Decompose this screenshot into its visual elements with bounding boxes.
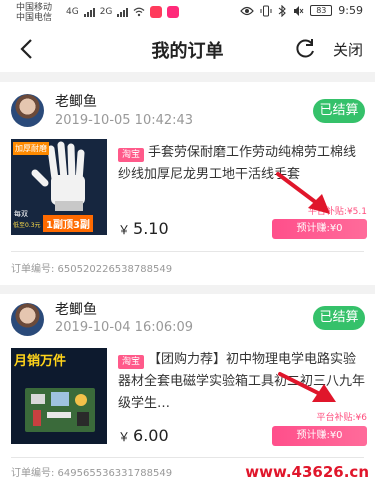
- eye-icon: [240, 6, 255, 15]
- clock: 9:59: [338, 4, 363, 17]
- signal-icon: [83, 7, 95, 17]
- status-badge: 已结算: [313, 99, 365, 123]
- app-notification-icon: [150, 6, 163, 18]
- carrier-1: 中国移动: [16, 3, 53, 13]
- price-value: 6.00: [133, 426, 169, 445]
- signal-icon-2: [117, 7, 129, 17]
- close-button[interactable]: 关闭: [333, 39, 363, 60]
- nav-header: 我的订单 关闭: [0, 26, 375, 72]
- currency-symbol: ￥: [118, 223, 131, 237]
- bluetooth-icon: [278, 4, 287, 17]
- order-card[interactable]: 老鲫鱼 2019-10-05 10:42:43 已结算 加厚耐磨 每双 低至0.…: [0, 82, 375, 285]
- price: ￥ 6.00: [118, 426, 169, 445]
- status-bar: 中国移动 中国电信 4G 2G 83 9:59: [0, 0, 375, 26]
- user-name: 老鲫鱼: [55, 94, 97, 110]
- product-image[interactable]: 月销万件: [11, 348, 107, 444]
- network-indicators: 4G 2G: [66, 6, 180, 18]
- divider: [11, 457, 364, 458]
- currency-symbol: ￥: [118, 430, 131, 444]
- thumb-label-2: 1副顶3副: [43, 215, 93, 232]
- order-date: 2019-10-05 10:42:43: [55, 113, 194, 128]
- estimated-earn-button[interactable]: 预计赚:¥0: [272, 219, 367, 239]
- avatar: [11, 303, 44, 336]
- order-card[interactable]: 老鲫鱼 2019-10-04 16:06:09 已结算 月销万件 淘宝 【团购力…: [0, 294, 375, 487]
- vibrate-icon: [260, 5, 272, 16]
- thumb-label-3: 每双: [14, 210, 28, 218]
- net-1-label: 4G: [66, 7, 79, 17]
- status-right: 83 9:59: [240, 4, 363, 17]
- order-number: 订单编号: 649565536331788549: [11, 468, 173, 479]
- thumb-label-4: 低至0.3元: [13, 222, 41, 229]
- annotation-arrow-icon: [276, 172, 330, 214]
- price: ￥ 5.10: [118, 219, 169, 238]
- order-number: 订单编号: 650520226538788549: [11, 264, 173, 275]
- watermark: www.43626.cn: [245, 463, 369, 481]
- estimated-earn-button[interactable]: 预计赚:¥0: [272, 426, 367, 446]
- platform-subsidy: 平台补贴:¥6: [316, 413, 368, 423]
- page-title: 我的订单: [151, 41, 224, 62]
- app-notification-icon-2: [167, 6, 180, 18]
- refresh-icon[interactable]: [292, 36, 318, 62]
- wifi-icon: [133, 7, 145, 17]
- avatar: [11, 94, 44, 127]
- net-2-label: 2G: [99, 7, 113, 17]
- thumb-label-1: 月销万件: [14, 354, 67, 369]
- divider: [11, 251, 364, 252]
- user-name: 老鲫鱼: [55, 302, 97, 318]
- carrier-2: 中国电信: [16, 13, 53, 23]
- product-image[interactable]: 加厚耐磨 每双 低至0.3元 1副顶3副: [11, 139, 107, 235]
- annotation-arrow-icon: [278, 372, 336, 402]
- status-badge: 已结算: [313, 306, 365, 330]
- mute-icon: [294, 5, 304, 16]
- price-value: 5.10: [133, 219, 169, 238]
- thumb-label-1: 加厚耐磨: [13, 142, 49, 155]
- battery-level: 83: [310, 5, 333, 16]
- order-date: 2019-10-04 16:06:09: [55, 320, 194, 335]
